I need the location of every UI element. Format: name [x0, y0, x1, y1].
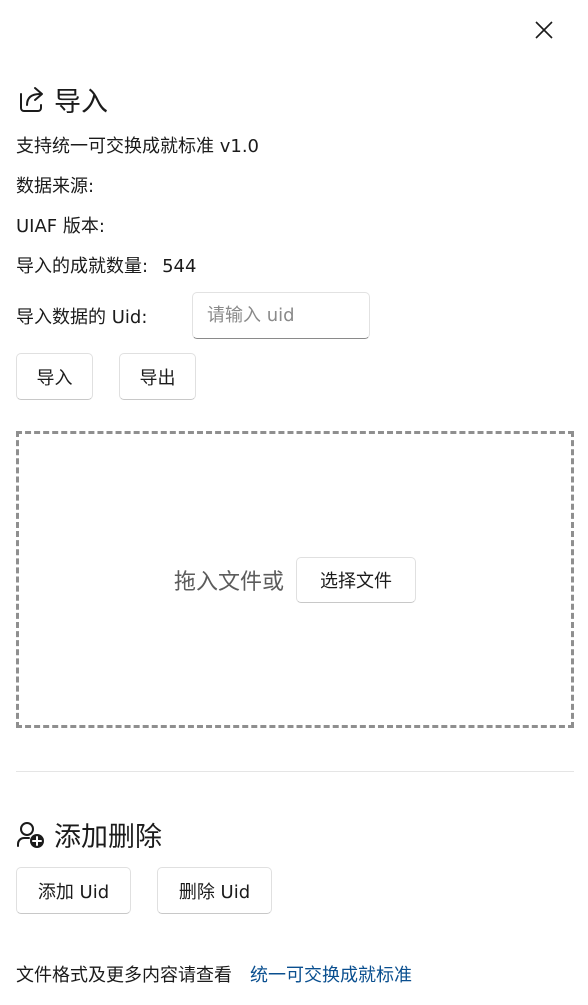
achievement-count-label: 导入的成就数量:: [16, 256, 149, 277]
achievement-count-value: 544: [162, 256, 197, 277]
import-title-text: 导入: [54, 87, 108, 118]
uid-label: 导入数据的 Uid:: [16, 306, 148, 328]
file-drop-zone[interactable]: 拖入文件或 选择文件: [16, 431, 574, 728]
drop-zone-text: 拖入文件或: [173, 569, 284, 595]
achievement-count-row: 导入的成就数量: 544: [16, 255, 196, 279]
close-button[interactable]: [530, 16, 558, 44]
uid-input[interactable]: [192, 292, 370, 339]
data-source-label: 数据来源:: [16, 176, 95, 197]
footer-text: 文件格式及更多内容请查看: [16, 965, 232, 986]
delete-uid-button[interactable]: 删除 Uid: [157, 867, 272, 914]
standard-support-text: 支持统一可交换成就标准 v1.0: [16, 136, 259, 157]
import-button[interactable]: 导入: [16, 353, 93, 400]
uiaf-standard-link[interactable]: 统一可交换成就标准: [250, 961, 412, 987]
section-divider: [16, 771, 574, 772]
manage-section-title: 添加删除: [16, 815, 162, 854]
export-button[interactable]: 导出: [119, 353, 196, 400]
uiaf-version-label: UIAF 版本:: [16, 216, 105, 237]
import-panel: 导入 支持统一可交换成就标准 v1.0 数据来源: UIAF 版本: 导入的成就…: [0, 0, 588, 1005]
footer: 文件格式及更多内容请查看 统一可交换成就标准: [16, 961, 412, 987]
person-add-icon: [17, 821, 44, 848]
add-uid-button[interactable]: 添加 Uid: [16, 867, 131, 914]
share-export-icon: [20, 86, 43, 112]
uid-row: 导入数据的 Uid:: [16, 292, 370, 339]
choose-file-button[interactable]: 选择文件: [296, 556, 416, 603]
import-section-title: 导入: [16, 80, 108, 119]
manage-title-text: 添加删除: [54, 822, 162, 853]
close-icon: [535, 21, 553, 39]
